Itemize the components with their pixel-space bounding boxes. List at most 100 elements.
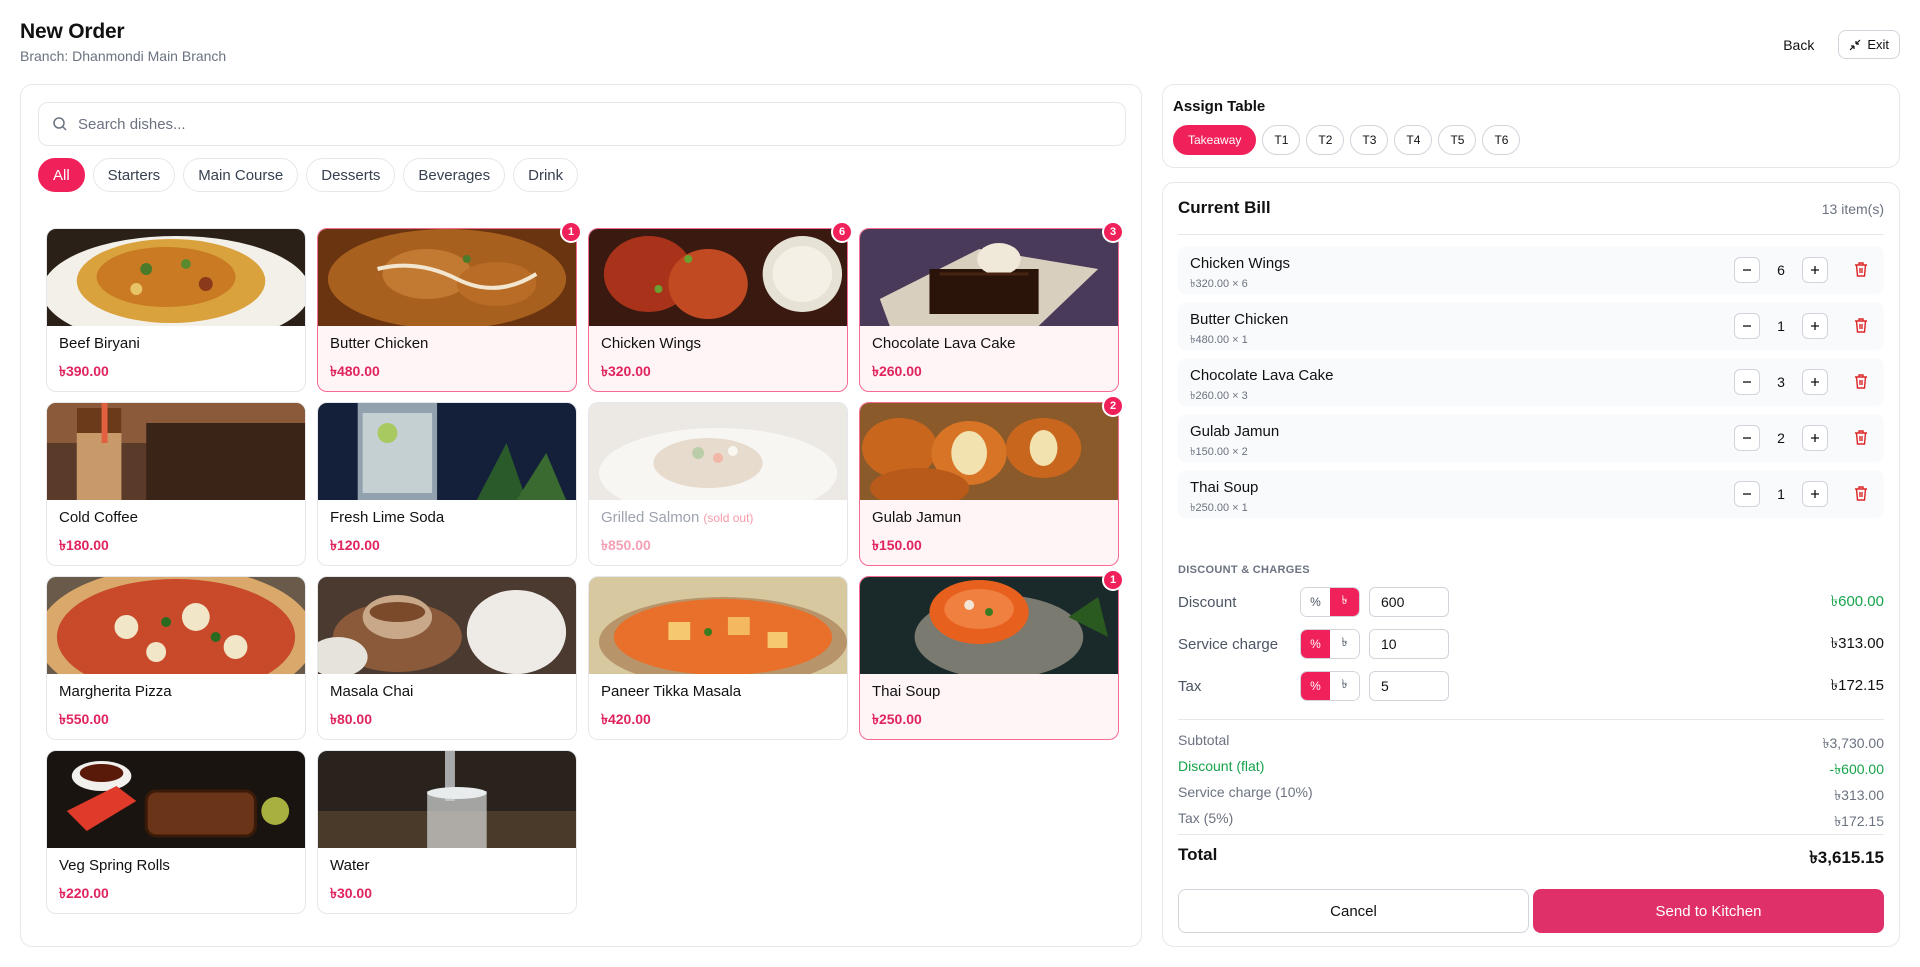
- decrement-button[interactable]: [1734, 481, 1760, 507]
- category-all[interactable]: All: [38, 158, 85, 192]
- category-starters[interactable]: Starters: [92, 158, 176, 192]
- search-box[interactable]: [38, 102, 1126, 146]
- dish-card[interactable]: Paneer Tikka Masala ৳420.00: [588, 576, 848, 740]
- dish-name: Grilled Salmon: [601, 509, 700, 526]
- send-to-kitchen-button[interactable]: Send to Kitchen: [1533, 889, 1884, 933]
- bill-item: Thai Soup ৳250.00 × 1 1: [1178, 470, 1884, 518]
- bill-item-detail: ৳320.00 × 6: [1190, 278, 1248, 290]
- dish-card[interactable]: 2 Gulab Jamun ৳150.00: [859, 395, 1124, 566]
- percent-toggle[interactable]: %: [1301, 672, 1330, 700]
- tax-input[interactable]: [1369, 671, 1449, 701]
- dish-image: [318, 229, 576, 326]
- table-option-t3[interactable]: T3: [1350, 125, 1389, 155]
- service-type-toggle: % ৳: [1300, 629, 1360, 659]
- dish-card[interactable]: 1 Thai Soup ৳250.00: [859, 569, 1124, 740]
- trash-icon[interactable]: [1852, 484, 1870, 502]
- dish-card[interactable]: Masala Chai ৳80.00: [317, 576, 577, 740]
- flat-toggle[interactable]: ৳: [1330, 630, 1359, 658]
- dish-card[interactable]: 1 Butter Chicken ৳480.00: [317, 221, 582, 392]
- dish-image: [860, 229, 1118, 326]
- dish-name: Margherita Pizza: [59, 683, 172, 700]
- discount-input[interactable]: [1369, 587, 1449, 617]
- table-option-t6[interactable]: T6: [1482, 125, 1521, 155]
- current-bill-panel: Current Bill 13 item(s) Chicken Wings ৳3…: [1162, 182, 1900, 947]
- increment-button[interactable]: [1802, 369, 1828, 395]
- table-option-takeaway[interactable]: Takeaway: [1173, 125, 1257, 155]
- minus-icon: [1743, 381, 1751, 383]
- dish-card[interactable]: Water ৳30.00: [317, 750, 577, 914]
- cancel-button[interactable]: Cancel: [1178, 889, 1529, 933]
- dish-card[interactable]: Margherita Pizza ৳550.00: [46, 576, 306, 740]
- divider: [1178, 719, 1884, 720]
- increment-button[interactable]: [1802, 313, 1828, 339]
- dish-card[interactable]: Veg Spring Rolls ৳220.00: [46, 750, 306, 914]
- charge-label: Service charge: [1178, 635, 1279, 653]
- table-option-t5[interactable]: T5: [1438, 125, 1477, 155]
- dish-name: Masala Chai: [330, 683, 414, 700]
- decrement-button[interactable]: [1734, 425, 1760, 451]
- divider: [1178, 834, 1884, 835]
- dish-name: Gulab Jamun: [872, 509, 962, 526]
- table-options: Takeaway T1 T2 T3 T4 T5 T6: [1173, 125, 1521, 155]
- trash-icon[interactable]: [1852, 260, 1870, 278]
- dish-card[interactable]: 3 Chocolate Lava Cake ৳260.00: [859, 221, 1124, 392]
- page-header: New Order Branch: Dhanmondi Main Branch: [20, 20, 226, 64]
- category-beverages[interactable]: Beverages: [403, 158, 506, 192]
- exit-label: Exit: [1867, 37, 1889, 52]
- menu-panel: All Starters Main Course Desserts Bevera…: [20, 84, 1142, 947]
- dish-name: Thai Soup: [872, 683, 941, 700]
- category-desserts[interactable]: Desserts: [306, 158, 396, 192]
- increment-button[interactable]: [1802, 425, 1828, 451]
- dish-price: ৳550.00: [59, 711, 109, 727]
- increment-button[interactable]: [1802, 481, 1828, 507]
- subtotal-value: ৳3,730.00: [1822, 735, 1884, 751]
- flat-toggle[interactable]: ৳: [1330, 672, 1359, 700]
- bill-item-name: Thai Soup: [1190, 479, 1259, 496]
- charge-label: Tax: [1178, 677, 1202, 695]
- percent-toggle[interactable]: %: [1301, 630, 1330, 658]
- table-option-t4[interactable]: T4: [1394, 125, 1433, 155]
- increment-button[interactable]: [1802, 257, 1828, 283]
- charge-amount: ৳172.15: [1830, 676, 1884, 694]
- back-button[interactable]: Back: [1771, 31, 1826, 59]
- service-summary-label: Service charge (10%): [1178, 784, 1313, 800]
- decrement-button[interactable]: [1734, 257, 1760, 283]
- dish-card[interactable]: Cold Coffee ৳180.00: [46, 402, 306, 566]
- page-title: New Order: [20, 20, 125, 43]
- total-row: Total ৳3,615.15: [1178, 845, 1884, 873]
- category-main-course[interactable]: Main Course: [183, 158, 299, 192]
- quantity-value: 1: [1777, 318, 1785, 334]
- table-option-t2[interactable]: T2: [1306, 125, 1345, 155]
- dish-name: Chicken Wings: [601, 335, 702, 352]
- minus-icon: [1743, 493, 1751, 495]
- bill-item-count: 13 item(s): [1821, 201, 1884, 217]
- decrement-button[interactable]: [1734, 369, 1760, 395]
- dish-image: [47, 577, 305, 674]
- percent-toggle[interactable]: %: [1301, 588, 1330, 616]
- minus-icon: [1743, 325, 1751, 327]
- trash-icon[interactable]: [1852, 316, 1870, 334]
- flat-toggle[interactable]: ৳: [1330, 588, 1359, 616]
- charge-amount: ৳313.00: [1830, 634, 1884, 652]
- decrement-button[interactable]: [1734, 313, 1760, 339]
- quantity-badge: 1: [560, 221, 582, 243]
- dish-card[interactable]: 6 Chicken Wings ৳320.00: [588, 221, 853, 392]
- discount-type-toggle: % ৳: [1300, 587, 1360, 617]
- dish-name: Chocolate Lava Cake: [872, 335, 1016, 352]
- bill-item-detail: ৳260.00 × 3: [1190, 390, 1248, 402]
- charges-section-title: DISCOUNT & CHARGES: [1178, 564, 1310, 576]
- dish-card[interactable]: Fresh Lime Soda ৳120.00: [317, 402, 577, 566]
- search-input[interactable]: [78, 115, 1078, 133]
- plus-icon: [1811, 266, 1819, 274]
- dish-image: [318, 403, 576, 500]
- trash-icon[interactable]: [1852, 372, 1870, 390]
- branch-label: Branch: Dhanmondi Main Branch: [20, 48, 227, 64]
- dish-card[interactable]: Beef Biryani ৳390.00: [46, 228, 306, 392]
- category-drink[interactable]: Drink: [513, 158, 579, 192]
- bill-item-name: Chocolate Lava Cake: [1190, 367, 1334, 384]
- table-option-t1[interactable]: T1: [1262, 125, 1301, 155]
- trash-icon[interactable]: [1852, 428, 1870, 446]
- exit-button[interactable]: Exit: [1838, 30, 1900, 59]
- plus-icon: [1811, 490, 1819, 498]
- service-charge-input[interactable]: [1369, 629, 1449, 659]
